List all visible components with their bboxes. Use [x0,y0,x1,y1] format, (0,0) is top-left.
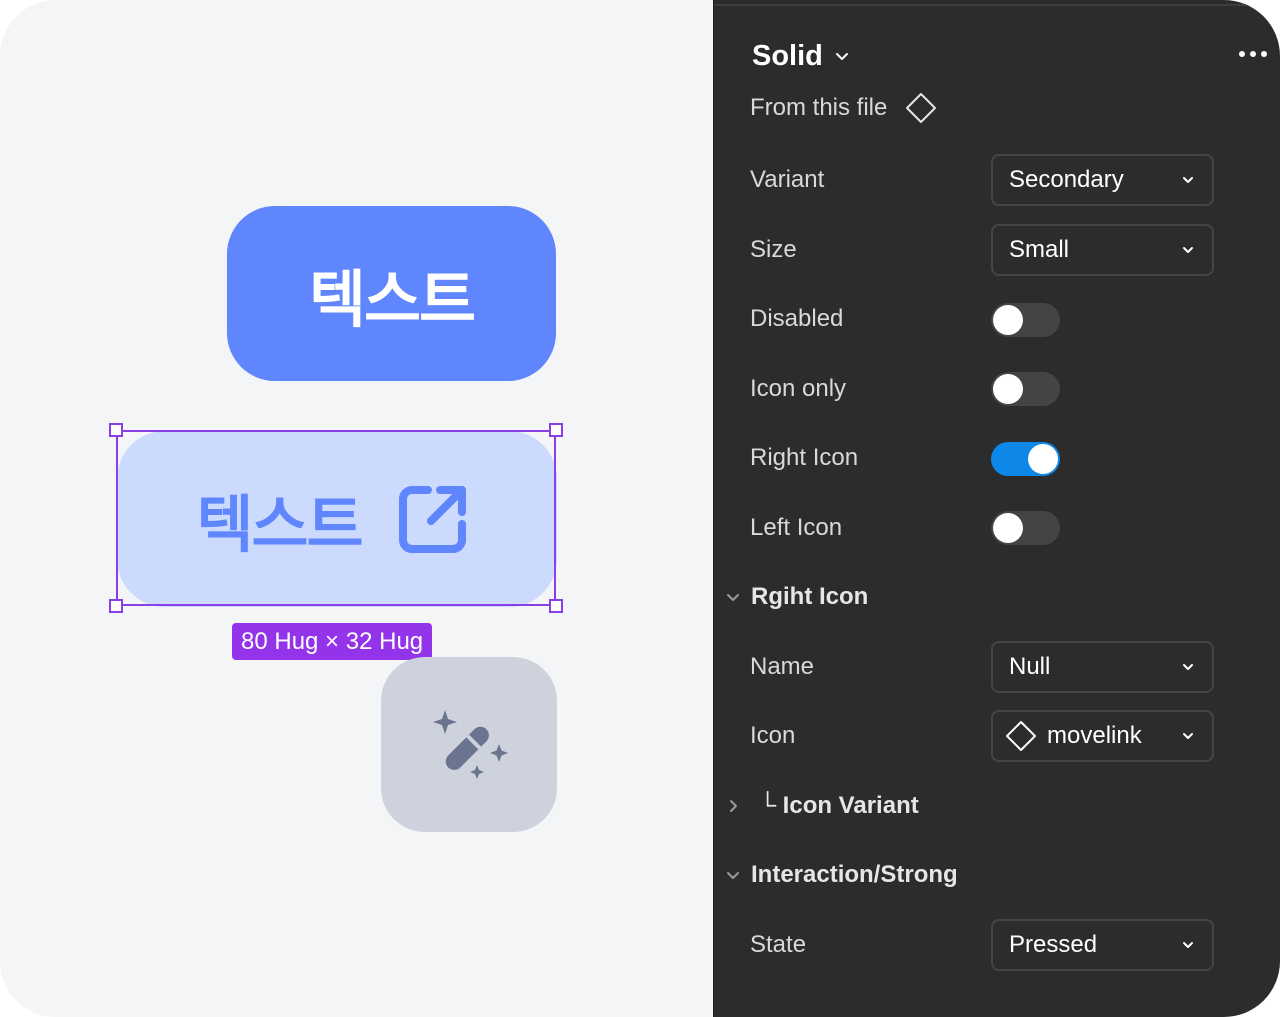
secondary-button-label: 텍스트 [196,488,363,561]
right-icon-section-title: Rgiht Icon [751,583,869,610]
properties-panel: Solid From this file Variant Secondary S… [713,0,1280,1017]
resize-handle-bottom-left[interactable] [109,599,123,613]
size-value: Small [1009,236,1070,263]
state-label: State [750,931,807,958]
icon-variant-title: └ Icon Variant [759,792,919,819]
chevron-down-icon [1183,942,1193,948]
size-select[interactable]: Small [991,224,1214,276]
icon-variant-section-header[interactable]: └ Icon Variant [725,792,919,820]
disabled-label: Disabled [750,305,844,332]
resize-handle-top-left[interactable] [109,423,123,437]
more-options-icon[interactable] [1239,51,1267,57]
right-icon-label: Right Icon [750,444,859,471]
chevron-down-icon [727,872,739,879]
icon-name-value: Null [1009,653,1051,680]
name-label: Name [750,653,815,680]
chevron-right-icon [730,800,737,812]
primary-button-label: 텍스트 [308,262,476,336]
chevron-down-icon [1183,247,1193,253]
state-value: Pressed [1009,931,1098,958]
component-name: Solid [752,40,823,72]
icon-only-toggle[interactable] [991,372,1060,406]
panel-left-divider [713,0,714,1017]
component-source-label: From this file [750,94,888,121]
interaction-section-title: Interaction/Strong [751,861,958,888]
primary-button-instance[interactable]: 텍스트 [227,206,556,381]
icon-instance-select[interactable]: movelink [991,710,1214,762]
app-frame: 텍스트 텍스트 80 Hug × 32 Hug Solid From this … [0,0,1280,1017]
left-icon-label: Left Icon [750,514,843,541]
chevron-down-icon [1183,733,1193,739]
resize-handle-top-right[interactable] [549,423,563,437]
toggle-knob [1028,444,1058,474]
icon-instance-value: movelink [1047,722,1142,749]
design-canvas[interactable]: 텍스트 텍스트 80 Hug × 32 Hug [0,0,713,1017]
external-link-icon [398,486,466,553]
chevron-down-icon [835,52,848,60]
chevron-down-icon [727,594,739,601]
secondary-button-instance[interactable]: 텍스트 [117,431,557,607]
component-name-dropdown[interactable]: Solid [752,40,849,73]
variant-label: Variant [750,166,825,193]
toggle-knob [993,374,1023,404]
state-select[interactable]: Pressed [991,919,1214,971]
disabled-toggle[interactable] [991,303,1060,337]
right-icon-section-header[interactable]: Rgiht Icon [725,583,868,611]
icon-label: Icon [750,722,796,749]
selection-size-badge: 80 Hug × 32 Hug [232,623,433,660]
icon-only-label: Icon only [750,375,847,402]
component-source[interactable]: From this file [750,92,937,124]
resize-handle-bottom-right[interactable] [549,599,563,613]
toggle-knob [993,305,1023,335]
variant-value: Secondary [1009,166,1124,193]
icon-name-select[interactable]: Null [991,641,1214,693]
component-instance-icon [1006,721,1036,751]
variant-select[interactable]: Secondary [991,154,1214,206]
panel-top-divider [713,4,1280,6]
left-icon-toggle[interactable] [991,511,1060,545]
toggle-knob [993,513,1023,543]
component-instance-icon [906,93,937,123]
chevron-down-icon [1183,177,1193,183]
magic-wand-icon [433,709,508,779]
size-label: Size [750,236,797,263]
chevron-down-icon [1183,664,1193,670]
right-icon-toggle[interactable] [991,442,1060,476]
icon-button-instance[interactable] [381,657,557,832]
interaction-section-header[interactable]: Interaction/Strong [725,861,958,889]
